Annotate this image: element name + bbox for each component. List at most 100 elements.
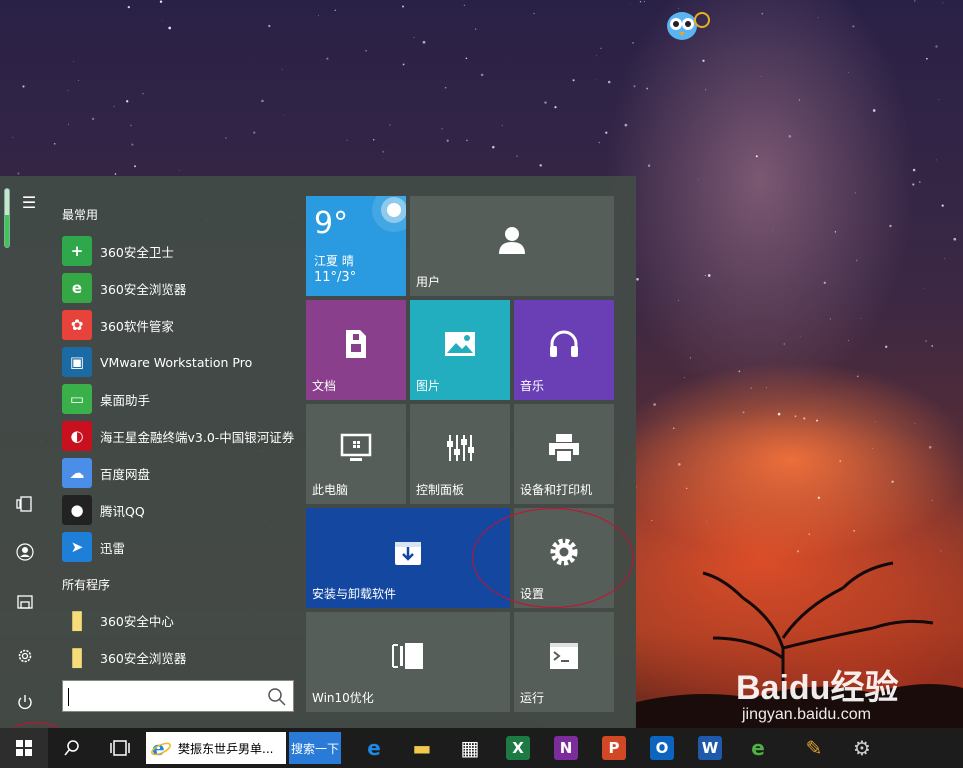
star [600, 47, 602, 50]
star [373, 139, 375, 141]
star [261, 99, 264, 103]
search-icon[interactable] [267, 687, 287, 707]
hamburger-menu-button[interactable]: ☰ [10, 184, 48, 220]
star [466, 139, 468, 142]
star [672, 427, 675, 430]
star [705, 89, 707, 91]
star [629, 3, 631, 5]
app-list-item[interactable]: ➤ 迅雷 [62, 530, 294, 564]
start-search-input[interactable] [62, 680, 294, 712]
app-list-item[interactable]: e 360安全浏览器 [62, 271, 294, 305]
star [860, 317, 862, 319]
pinned-app-button[interactable]: O [644, 728, 680, 768]
settings-highlight-ellipse [472, 508, 634, 608]
app-list-item[interactable]: ▭ 桌面助手 [62, 382, 294, 416]
music-tile[interactable]: 音乐 [514, 300, 614, 400]
all-programs-heading[interactable]: 所有程序 [62, 576, 110, 593]
star [643, 1, 645, 3]
window-title: 樊振东世乒男单... [178, 741, 274, 756]
user-tile[interactable]: 用户 [410, 196, 614, 296]
star [284, 114, 285, 116]
star [885, 345, 888, 348]
baidu-search-button[interactable]: 搜索一下 [289, 732, 341, 764]
app-list-item[interactable]: ▮ 360安全浏览器 [62, 640, 294, 674]
app-list-item[interactable]: ◐ 海王星金融终端v3.0-中国银河证券 [62, 419, 294, 453]
ie-browser-window-button[interactable]: e 樊振东世乒男单... [146, 732, 286, 764]
control-panel-tile[interactable]: 控制面板 [410, 404, 510, 504]
weather-tile[interactable]: 9° 江夏 晴 11°/3° [306, 196, 406, 296]
star [847, 71, 849, 73]
star [935, 45, 938, 48]
star [179, 169, 180, 171]
devices-printers-tile[interactable]: 设备和打印机 [514, 404, 614, 504]
star [114, 173, 117, 175]
star [653, 403, 656, 406]
this-pc-tile[interactable]: 此电脑 [306, 404, 406, 504]
app-list-item[interactable]: +360安全卫士 [62, 234, 294, 268]
weather-location: 江夏 晴 [314, 254, 354, 268]
documents-tile[interactable]: 文档 [306, 300, 406, 400]
optimize-icon [391, 642, 425, 670]
task-view-icon [110, 740, 130, 756]
gear-icon [18, 649, 32, 663]
user-avatar-icon [16, 543, 34, 561]
app-list-item[interactable]: ☁ 百度网盘 [62, 456, 294, 490]
app-label: 360安全浏览器 [100, 650, 187, 666]
star [130, 124, 132, 127]
power-button[interactable] [6, 684, 44, 720]
app-list-item[interactable]: ✿ 360软件管家 [62, 308, 294, 342]
edge-icon: e [367, 736, 381, 760]
star [702, 59, 705, 62]
pinned-app-button[interactable]: ✎ [796, 728, 832, 768]
star [914, 0, 916, 2]
excel-icon: X [506, 736, 530, 760]
pinned-app-button[interactable]: X [500, 728, 536, 768]
star [596, 55, 598, 57]
pinned-app-button[interactable]: e [356, 728, 392, 768]
power-icon [18, 695, 32, 710]
star [738, 370, 741, 373]
app-list-item[interactable]: ▮ 360安全中心 [62, 603, 294, 637]
win10-optimize-tile-label: Win10优化 [312, 691, 374, 705]
star [912, 183, 915, 186]
settings-gear-icon: ⚙ [853, 736, 871, 760]
pinned-app-button[interactable]: ▬ [404, 728, 440, 768]
pinned-app-button[interactable]: N [548, 728, 584, 768]
user-account-button[interactable] [6, 534, 44, 570]
star [755, 155, 758, 158]
star [22, 85, 25, 88]
pinned-app-button[interactable]: W [692, 728, 728, 768]
start-menu-rail: ☰ [0, 176, 50, 728]
pinned-app-button[interactable]: ⚙ [844, 728, 880, 768]
devices-printers-tile-label: 设备和打印机 [520, 483, 593, 497]
app-label: 360安全中心 [100, 613, 174, 629]
run-tile[interactable]: 运行 [514, 612, 614, 712]
file-explorer-button[interactable] [6, 584, 44, 620]
pinned-app-button[interactable]: e [740, 728, 776, 768]
star [707, 274, 711, 277]
penguin-icon: ● [62, 495, 92, 525]
start-button[interactable] [0, 728, 48, 768]
taskbar-search-button[interactable] [52, 728, 92, 768]
star [677, 463, 681, 466]
powerpoint-icon: P [602, 736, 626, 760]
pinned-app-button[interactable]: P [596, 728, 632, 768]
owl-widget-icon[interactable] [666, 8, 710, 42]
star [444, 86, 447, 89]
word-icon: W [698, 736, 722, 760]
star [382, 150, 385, 153]
star [113, 105, 115, 108]
tablet-mode-button[interactable] [6, 486, 44, 522]
app-list-item[interactable]: ▣ VMware Workstation Pro [62, 345, 294, 379]
app-label: 海王星金融终端v3.0-中国银河证券 [100, 429, 295, 445]
task-view-button[interactable] [98, 728, 142, 768]
settings-button[interactable] [6, 638, 44, 674]
pictures-tile[interactable]: 图片 [410, 300, 510, 400]
folder-outline-icon [17, 595, 33, 609]
app-label: 百度网盘 [100, 466, 151, 482]
star [697, 178, 699, 180]
pinned-app-button[interactable]: ▦ [452, 728, 488, 768]
app-list-item[interactable]: ● 腾讯QQ [62, 493, 294, 527]
star [253, 131, 256, 134]
win10-optimize-tile[interactable]: Win10优化 [306, 612, 510, 712]
